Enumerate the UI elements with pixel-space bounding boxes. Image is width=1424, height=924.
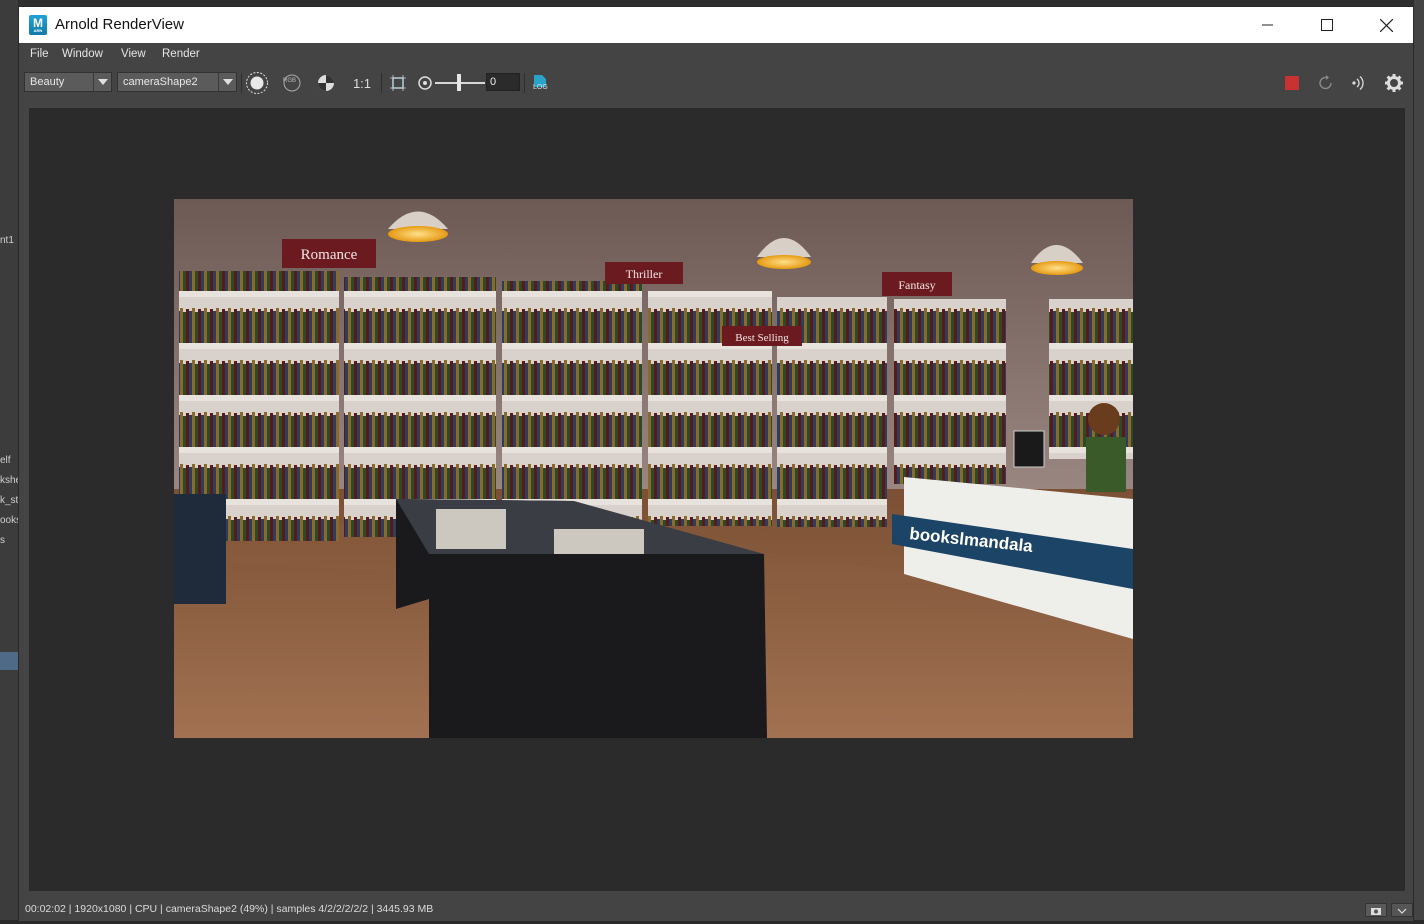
toolbar-separator [524,73,525,93]
chevron-down-icon [93,73,111,91]
menu-bar: File Window View Render [19,43,1413,65]
refresh-icon [1319,75,1332,90]
render-target-icon [246,72,268,94]
gear-icon [1385,74,1403,92]
ipr-button[interactable] [1348,72,1370,94]
log-button[interactable]: LOG [529,72,551,94]
alpha-toggle-button[interactable] [315,72,337,94]
camera-icon [1371,908,1381,915]
aov-dropdown-value: Beauty [30,76,65,88]
refresh-render-button[interactable] [1315,72,1337,94]
aov-dropdown[interactable]: Beauty [24,72,112,92]
region-icon [390,75,406,91]
crop-region-button[interactable] [387,72,409,94]
aperture-icon [418,76,432,90]
menu-file[interactable]: File [30,48,49,60]
camera-dropdown[interactable]: cameraShape2 [117,72,237,92]
sign-fantasy: Fantasy [898,278,935,292]
bookstore-render-illustration: Romance Thriller Fantasy Best Selling bo… [174,199,1133,738]
menu-render[interactable]: Render [162,48,200,60]
render-view-window: M ARN Arnold RenderView File Window View … [18,6,1414,921]
background-selected-row [0,652,18,670]
close-icon [1379,18,1393,32]
toolbar: Beauty cameraShape2 RGB 1:1 0 LOG [19,65,1413,99]
snapshot-menu-button[interactable] [1391,903,1413,917]
background-outliner-text: elf [0,455,11,466]
background-outliner-text: nt1 [0,235,14,246]
sign-romance: Romance [301,247,358,263]
toolbar-separator [241,73,242,93]
maya-app-icon: M ARN [29,15,47,35]
render-viewport[interactable]: Romance Thriller Fantasy Best Selling bo… [29,108,1405,891]
render-status-text: 00:02:02 | 1920x1080 | CPU | cameraShape… [25,903,434,915]
minimize-button[interactable] [1239,7,1297,43]
toolbar-separator [381,73,382,93]
zoom-1-1-button[interactable]: 1:1 [349,72,375,94]
title-bar[interactable]: M ARN Arnold RenderView [19,7,1413,43]
chevron-down-icon [218,73,236,91]
window-title: Arnold RenderView [55,16,184,33]
status-bar: 00:02:02 | 1920x1080 | CPU | cameraShape… [19,899,1413,921]
background-app-right-panel [1414,0,1424,924]
stop-icon [1285,76,1299,90]
checker-icon [318,75,334,91]
close-button[interactable] [1357,7,1415,43]
log-label: LOG [533,84,548,91]
camera-dropdown-value: cameraShape2 [123,76,198,88]
snapshot-button[interactable] [1365,903,1387,917]
maximize-icon [1321,19,1333,31]
menu-view[interactable]: View [121,48,146,60]
sign-thriller: Thriller [626,267,663,281]
rendered-image: Romance Thriller Fantasy Best Selling bo… [174,199,1133,738]
background-app-left-panel: nt1 elf kshe k_st ooks s [0,0,21,924]
exposure-slider-handle[interactable] [457,74,461,91]
maximize-button[interactable] [1298,7,1356,43]
background-outliner-text: k_st [0,495,19,506]
minimize-icon [1262,24,1273,26]
sign-best-selling: Best Selling [735,332,789,344]
exposure-icon-button[interactable] [414,72,436,94]
chevron-down-icon [1397,908,1407,914]
ipr-broadcast-icon [1352,76,1364,90]
menu-window[interactable]: Window [62,48,103,60]
rgb-channel-button[interactable]: RGB [281,72,303,94]
stop-render-button[interactable] [1281,72,1303,94]
exposure-field[interactable]: 0 [486,73,520,91]
rgb-label: RGB [283,78,297,84]
settings-button[interactable] [1383,72,1405,94]
background-outliner-text: s [0,535,5,546]
render-button[interactable] [244,70,270,96]
